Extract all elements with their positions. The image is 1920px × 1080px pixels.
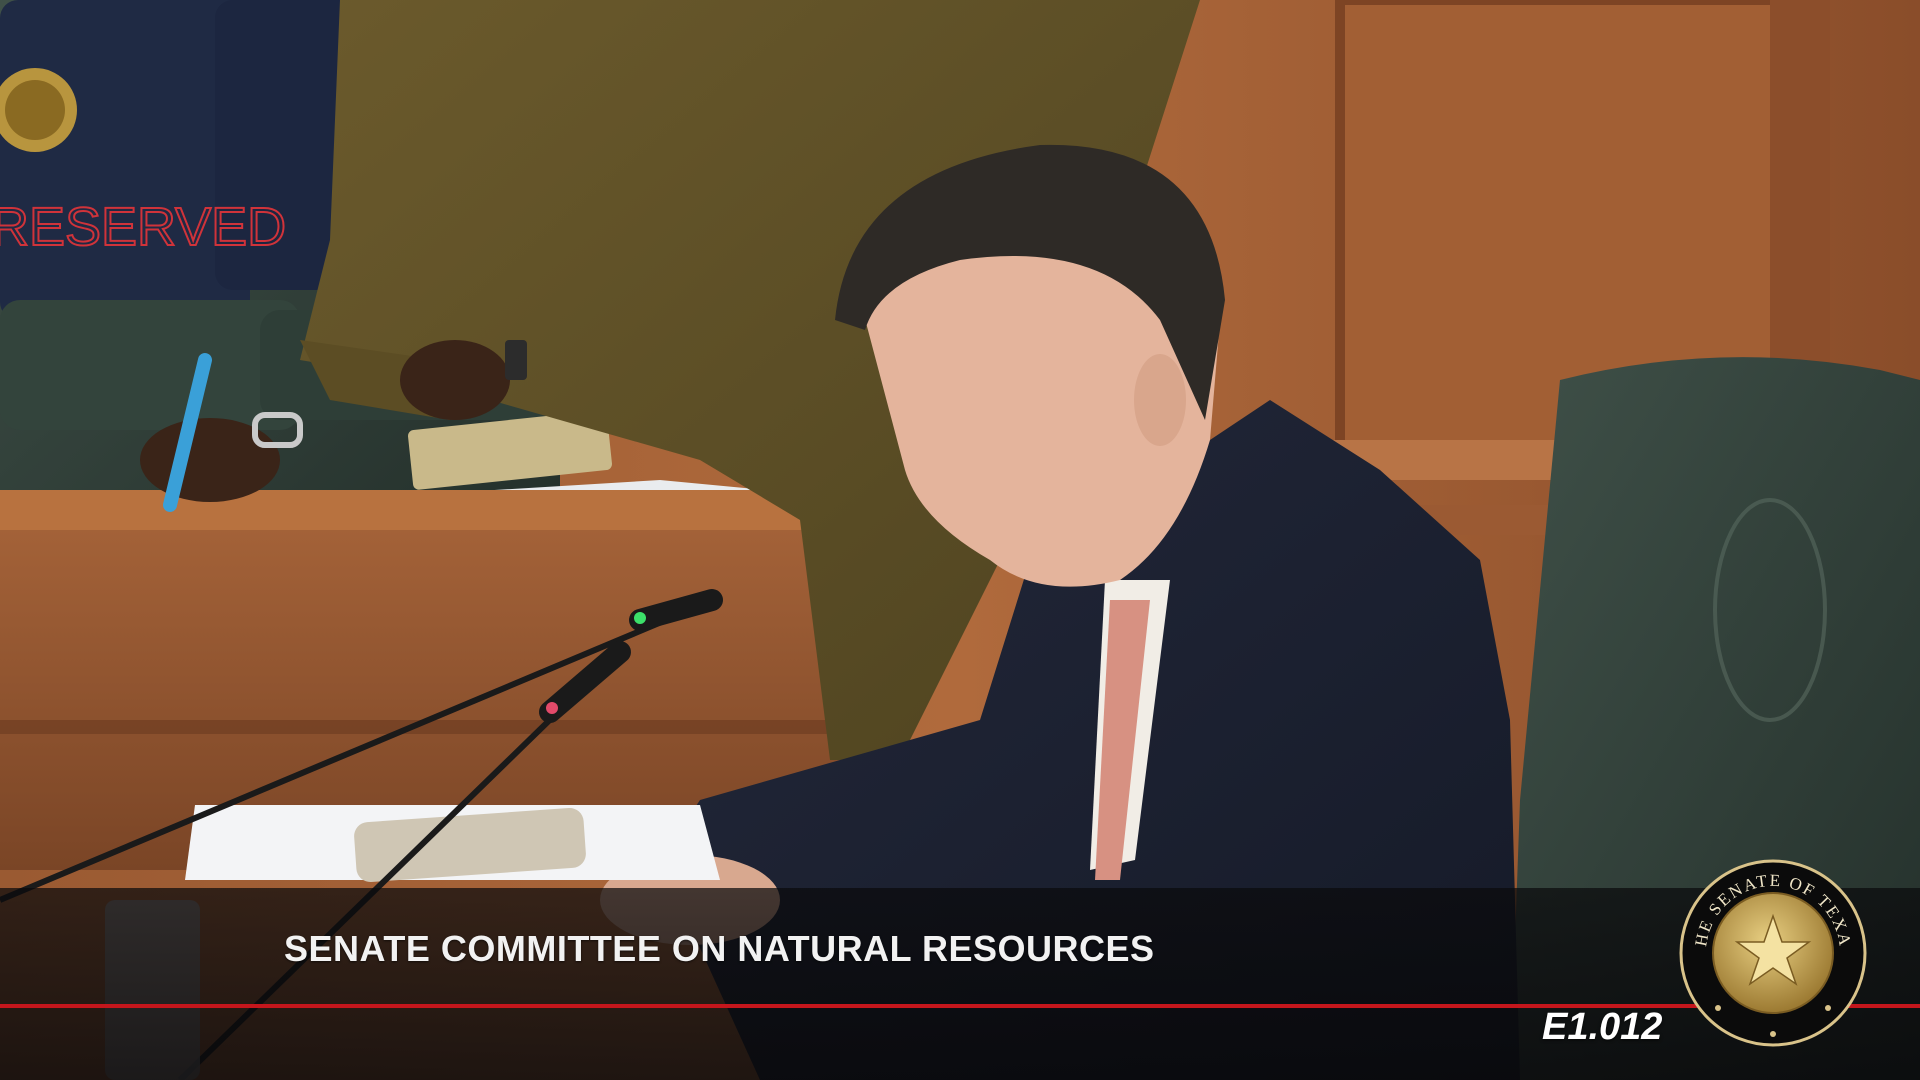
committee-title: SENATE COMMITTEE ON NATURAL RESOURCES: [284, 928, 1155, 969]
reserved-chair-cover: RESERVED: [0, 197, 286, 257]
lower-third-banner: [0, 888, 1920, 1080]
senate-of-texas-seal-icon: THE SENATE OF TEXAS: [1672, 843, 1868, 1048]
room-number: E1.012: [1542, 1006, 1663, 1048]
